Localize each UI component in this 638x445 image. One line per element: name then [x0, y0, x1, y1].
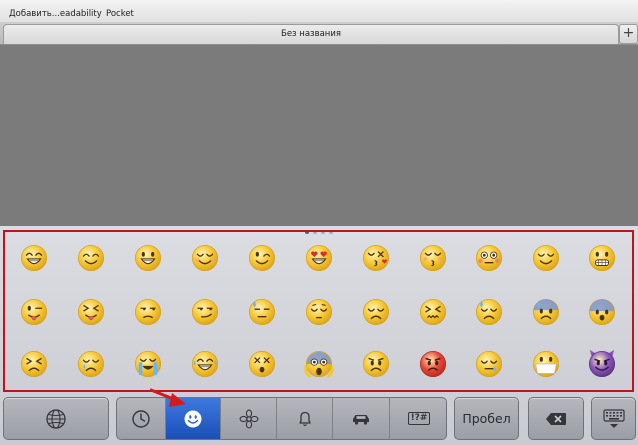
disappointed-emoji-icon — [362, 298, 390, 326]
emoji-key-smile[interactable] — [73, 240, 109, 276]
grin-emoji-icon — [20, 244, 48, 272]
confounded-emoji-icon — [419, 298, 447, 326]
wink-emoji-icon — [248, 244, 276, 272]
emoji-key-wink[interactable] — [244, 240, 280, 276]
annotation-arrow — [150, 388, 186, 407]
emoji-key-rage[interactable] — [415, 346, 451, 382]
new-tab-button[interactable]: + — [619, 24, 638, 44]
smiley-icon — [184, 410, 202, 427]
emoji-grid — [3, 230, 634, 392]
category-tab-car[interactable] — [333, 398, 390, 439]
backspace-icon — [546, 412, 566, 425]
smirk-emoji-icon — [191, 298, 219, 326]
emoji-key-pensive[interactable] — [301, 294, 337, 330]
emoji-key-tongue-closed-eyes[interactable] — [73, 294, 109, 330]
page-content-area — [0, 45, 638, 226]
emoji-key-smiling-imp[interactable] — [584, 346, 620, 382]
cry-emoji-icon — [77, 350, 105, 378]
flushed-emoji-icon — [475, 244, 503, 272]
emoji-key-unamused[interactable] — [130, 294, 166, 330]
emoji-key-fearful[interactable] — [584, 294, 620, 330]
car-icon — [353, 414, 369, 425]
emoji-keyboard: !?# Пробел — [0, 226, 638, 445]
relaxed-emoji-icon — [191, 244, 219, 272]
keyboard-hide-icon — [602, 408, 625, 428]
emoji-key-sleepy[interactable] — [471, 346, 507, 382]
emoji-key-cold-sweat[interactable] — [528, 294, 564, 330]
emoji-key-grimacing[interactable] — [584, 240, 620, 276]
emoji-key-angry[interactable] — [358, 346, 394, 382]
smiling-imp-emoji-icon — [588, 349, 616, 378]
persevere-emoji-icon — [20, 350, 48, 378]
category-tab-bell[interactable] — [277, 398, 333, 439]
space-key-label: Пробел — [462, 411, 511, 426]
tab-bar: Без названия + — [0, 22, 638, 45]
emoji-key-flushed[interactable] — [471, 240, 507, 276]
bookmarks-bar: Добавить...eadability Pocket — [0, 0, 638, 22]
sob-emoji-icon — [134, 350, 162, 378]
globe-icon — [46, 408, 66, 429]
tongue-wink-emoji-icon — [20, 298, 48, 326]
emoji-key-astonished[interactable] — [244, 346, 280, 382]
category-tab-symbols[interactable]: !?# — [390, 398, 446, 439]
sleepy-emoji-icon — [475, 350, 503, 378]
emoji-key-sob[interactable] — [130, 346, 166, 382]
scream-emoji-icon — [304, 350, 334, 378]
astonished-emoji-icon — [248, 350, 276, 378]
disappointed-relieved-emoji-icon — [475, 298, 503, 326]
smile-emoji-icon — [77, 244, 105, 272]
emoji-key-disappointed[interactable] — [358, 294, 394, 330]
emoji-key-tongue-wink[interactable] — [16, 294, 52, 330]
grimacing-emoji-icon — [588, 244, 616, 272]
emoji-key-kissing-heart[interactable] — [358, 240, 394, 276]
emoji-key-persevere[interactable] — [16, 346, 52, 382]
cold-sweat-emoji-icon — [532, 298, 560, 326]
flower-icon — [239, 409, 258, 428]
category-tab-flower[interactable] — [221, 398, 277, 439]
heart-eyes-emoji-icon — [305, 244, 333, 272]
angry-emoji-icon — [362, 350, 390, 378]
emoji-key-heart-eyes[interactable] — [301, 240, 337, 276]
kissing-heart-emoji-icon — [362, 244, 390, 272]
relieved-emoji-icon — [532, 244, 560, 272]
emoji-key-smiley[interactable] — [130, 240, 166, 276]
emoji-row — [5, 238, 632, 278]
fearful-emoji-icon — [588, 298, 616, 326]
emoji-key-cry[interactable] — [73, 346, 109, 382]
smiley-emoji-icon — [134, 244, 162, 272]
tongue-closed-eyes-emoji-icon — [77, 298, 105, 326]
emoji-key-joy[interactable] — [187, 346, 223, 382]
emoji-key-scream[interactable] — [301, 346, 337, 382]
globe-key[interactable] — [3, 397, 109, 440]
emoji-key-sweat[interactable] — [244, 294, 280, 330]
space-key[interactable]: Пробел — [454, 397, 519, 440]
bell-icon — [298, 411, 311, 426]
emoji-key-mask[interactable] — [528, 346, 564, 382]
delete-key[interactable] — [528, 397, 584, 440]
category-bar: !?# Пробел — [0, 396, 638, 444]
mask-emoji-icon — [531, 350, 561, 378]
tab-untitled[interactable]: Без названия — [3, 24, 619, 44]
emoji-key-kissing-closed-eyes[interactable] — [415, 240, 451, 276]
bookmark-readability[interactable]: Добавить...eadability — [9, 9, 102, 19]
pensive-emoji-icon — [305, 298, 333, 326]
emoji-row — [5, 292, 632, 332]
emoji-key-smirk[interactable] — [187, 294, 223, 330]
emoji-row — [5, 344, 632, 384]
emoji-key-disappointed-relieved[interactable] — [471, 294, 507, 330]
bookmark-pocket[interactable]: Pocket — [106, 9, 134, 19]
rage-emoji-icon — [419, 350, 447, 378]
emoji-key-grin[interactable] — [16, 240, 52, 276]
symbols-icon: !?# — [407, 412, 431, 425]
sweat-emoji-icon — [248, 298, 276, 326]
emoji-key-relieved[interactable] — [528, 240, 564, 276]
hide-keyboard-key[interactable] — [591, 397, 636, 440]
kissing-closed-eyes-emoji-icon — [419, 244, 447, 272]
joy-emoji-icon — [191, 350, 219, 378]
emoji-key-confounded[interactable] — [415, 294, 451, 330]
unamused-emoji-icon — [134, 298, 162, 326]
clock-icon — [132, 409, 150, 428]
emoji-key-relaxed[interactable] — [187, 240, 223, 276]
